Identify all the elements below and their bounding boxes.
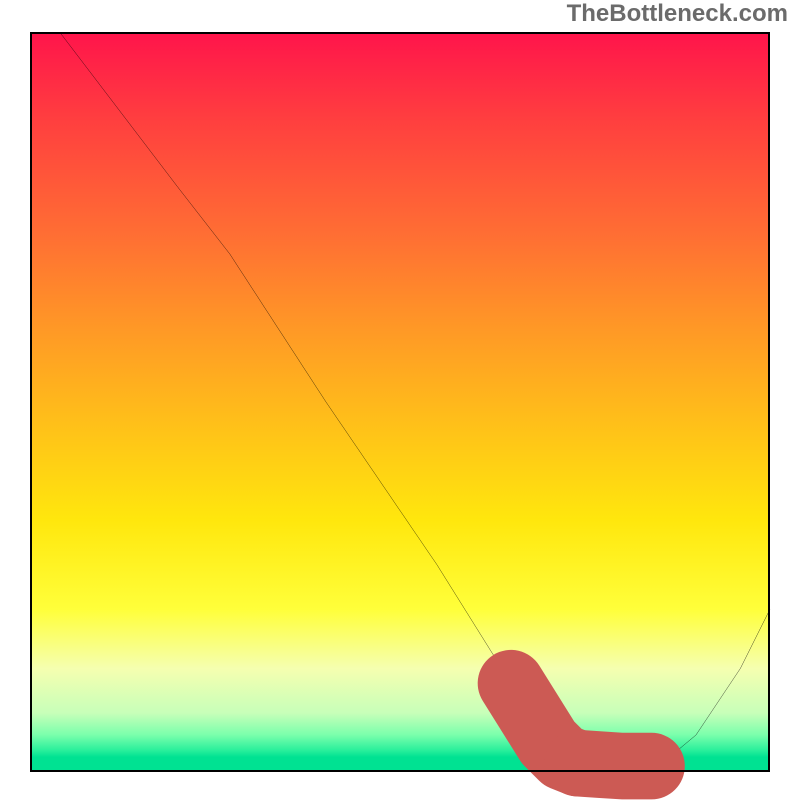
highlight-dashed-segment — [578, 763, 652, 766]
watermark-text: TheBottleneck.com — [567, 0, 788, 28]
line-layer — [30, 32, 770, 772]
chart-container: TheBottleneck.com — [0, 0, 800, 800]
plot-area — [30, 32, 770, 772]
main-curve — [60, 32, 770, 772]
